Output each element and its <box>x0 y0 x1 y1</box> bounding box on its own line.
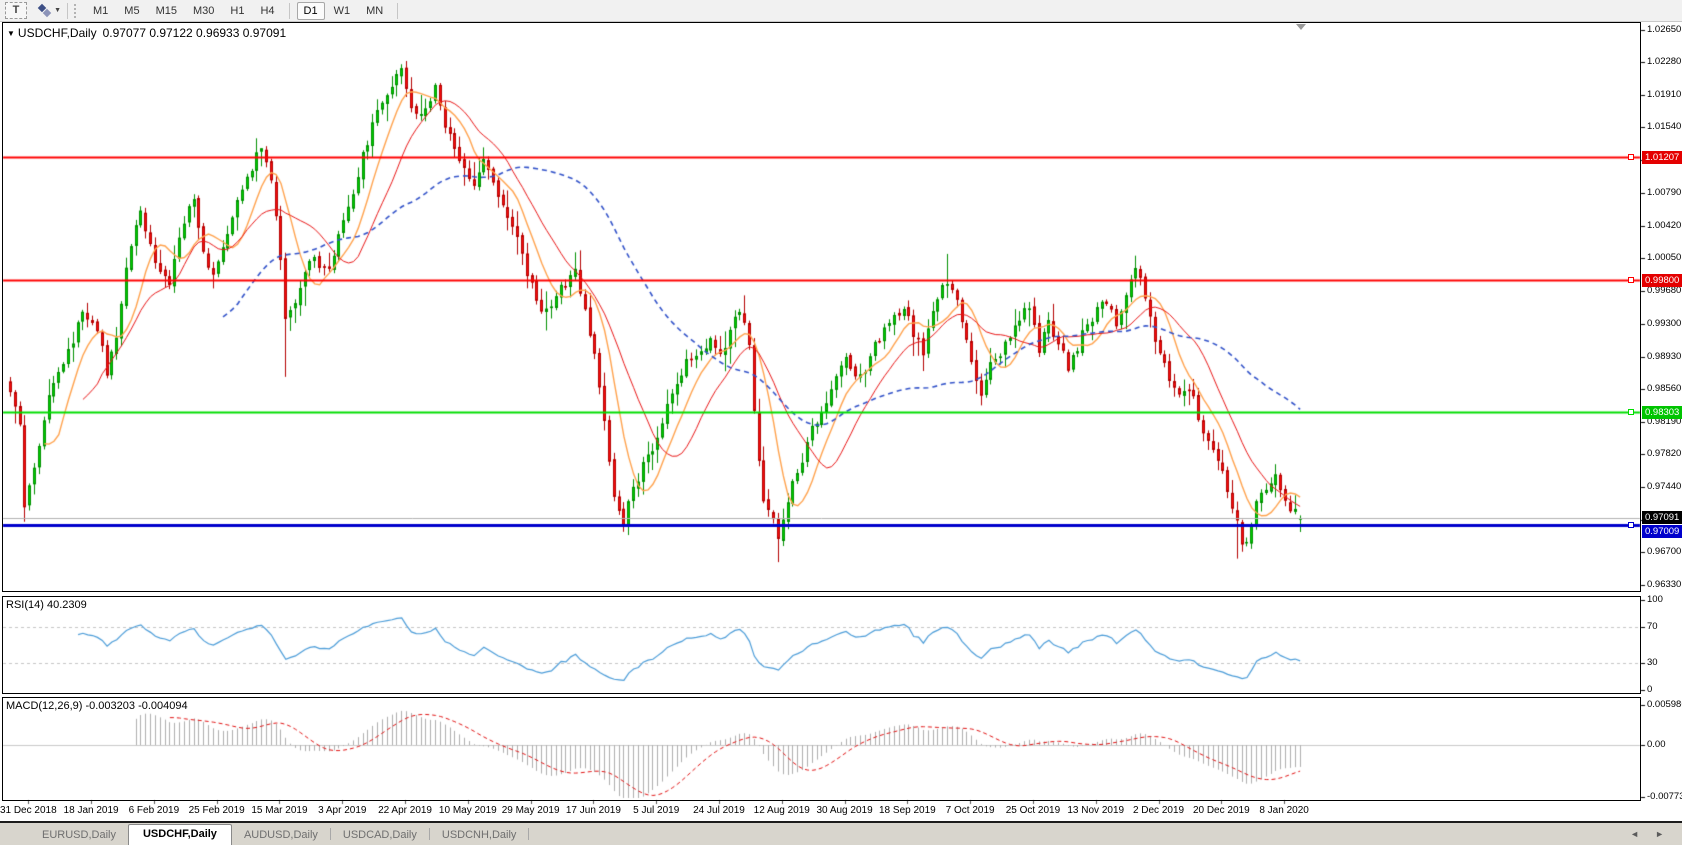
date-axis-label: 25 Feb 2019 <box>188 805 245 816</box>
date-axis-label: 6 Feb 2019 <box>128 805 180 816</box>
timeframe-button-m1[interactable]: M1 <box>86 2 115 20</box>
macd-axis-label: -0.007731 <box>1647 790 1682 802</box>
price-axis-label: 0.96330 <box>1647 578 1682 590</box>
hline-handle[interactable] <box>1628 153 1634 160</box>
tab-scroll-arrows: ◄ ► <box>1630 829 1664 839</box>
chart-tabs: EURUSD,Daily USDCHF,Daily AUDUSD,Daily USDC… <box>30 824 530 845</box>
price-axis-label: 0.97820 <box>1647 448 1682 460</box>
date-axis-label: 8 Jan 2020 <box>1259 805 1309 816</box>
price-axis-label: 1.00050 <box>1647 252 1682 264</box>
chart-tab-bar: EURUSD,Daily USDCHF,Daily AUDUSD,Daily USDC… <box>0 823 1682 845</box>
timeframe-bar: M1 M5 M15 M30 H1 H4 D1 W1 MN <box>85 0 404 21</box>
price-tag[interactable]: 1.01207 <box>1642 150 1682 164</box>
price-axis-label: 0.98930 <box>1647 350 1682 362</box>
date-axis-label: 10 May 2019 <box>438 805 497 816</box>
timeframe-button-m5[interactable]: M5 <box>117 2 146 20</box>
rsi-axis-label: 0 <box>1647 684 1653 695</box>
date-axis-label: 2 Dec 2019 <box>1132 805 1185 816</box>
chart-tab-audusd[interactable]: AUDUSD,Daily <box>232 826 330 845</box>
price-tag: 0.97091 <box>1642 511 1682 525</box>
price-axis-label: 1.02650 <box>1647 24 1682 35</box>
tab-divider <box>528 828 530 840</box>
toolbar-separator <box>397 2 399 19</box>
price-tag[interactable]: 0.99800 <box>1642 274 1682 288</box>
tab-scroll-left-icon[interactable]: ◄ <box>1630 829 1639 839</box>
toolbar-separator <box>67 2 68 19</box>
date-axis-label: 12 Aug 2019 <box>753 805 810 816</box>
date-axis-label: 17 Jun 2019 <box>565 805 621 816</box>
timeframe-button-h1[interactable]: H1 <box>223 2 251 20</box>
price-axis-label: 1.02280 <box>1647 56 1682 68</box>
toolbar-separator <box>288 2 290 19</box>
price-axis-label: 0.96700 <box>1647 546 1682 558</box>
dropdown-caret-icon[interactable]: ▼ <box>54 7 61 14</box>
style-tool-button[interactable]: ▼ <box>35 3 61 19</box>
rsi-axis-label: 100 <box>1647 594 1663 605</box>
timeframe-button-m30[interactable]: M30 <box>186 2 221 20</box>
date-axis-label: 18 Sep 2019 <box>879 805 936 816</box>
price-axis-label: 0.99300 <box>1647 318 1682 330</box>
chart-title-symbol: USDCHF,Daily <box>17 26 97 40</box>
macd-label: MACD(12,26,9) -0.003203 -0.004094 <box>6 700 188 712</box>
tab-scroll-right-icon[interactable]: ► <box>1655 829 1664 839</box>
chart-tab-usdcad[interactable]: USDCAD,Daily <box>331 826 429 845</box>
price-tag[interactable]: 0.97009 <box>1642 525 1682 539</box>
chart-tab-usdcnh[interactable]: USDCNH,Daily <box>430 826 529 845</box>
hline-handle[interactable] <box>1628 408 1634 415</box>
date-axis-label: 15 Mar 2019 <box>251 805 308 816</box>
chart-tab-eurusd[interactable]: EURUSD,Daily <box>30 826 128 845</box>
hline-handle[interactable] <box>1628 277 1634 284</box>
date-axis-label: 30 Aug 2019 <box>816 805 873 816</box>
date-axis-label: 25 Oct 2019 <box>1005 805 1061 816</box>
window-menu-icon[interactable]: ▼ <box>7 29 15 38</box>
chart-canvas[interactable] <box>0 0 1682 845</box>
hline-handle[interactable] <box>1628 522 1634 529</box>
toolbar: T ▼ M1 M5 M15 M30 H1 H4 D1 W1 MN <box>0 0 1682 22</box>
date-axis-label: 3 Apr 2019 <box>318 805 367 816</box>
date-axis-label: 31 Dec 2018 <box>0 805 57 816</box>
macd-axis-label: 0.00 <box>1647 739 1666 750</box>
date-axis-label: 5 Jul 2019 <box>633 805 680 816</box>
price-axis-label: 1.00790 <box>1647 187 1682 199</box>
chart-tab-usdchf[interactable]: USDCHF,Daily <box>127 824 232 845</box>
price-axis-label: 1.01910 <box>1647 88 1682 100</box>
date-axis-label: 29 May 2019 <box>501 805 560 816</box>
timeframe-button-m15[interactable]: M15 <box>149 2 184 20</box>
toolbar-grip[interactable] <box>74 3 79 18</box>
text-tool-button[interactable]: T <box>5 2 27 19</box>
rsi-axis-label: 30 <box>1647 657 1658 668</box>
date-axis-label: 13 Nov 2019 <box>1067 805 1125 816</box>
timeframe-button-d1[interactable]: D1 <box>296 1 325 20</box>
date-axis-label: 7 Oct 2019 <box>945 805 995 816</box>
date-axis-label: 24 Jul 2019 <box>693 805 745 816</box>
timeframe-button-mn[interactable]: MN <box>359 2 390 20</box>
chart-title: ▼ USDCHF,Daily 0.97077 0.97122 0.96933 0.9… <box>7 26 286 40</box>
mt4-window: T ▼ M1 M5 M15 M30 H1 H4 D1 W1 MN ▼ USDCHF,Daily 0.… <box>0 0 1682 845</box>
date-axis-label: 22 Apr 2019 <box>378 805 432 816</box>
chart-title-ohlc: 0.97077 0.97122 0.96933 0.97091 <box>102 26 287 40</box>
date-axis-label: 20 Dec 2019 <box>1192 805 1250 816</box>
timeframe-button-w1[interactable]: W1 <box>327 2 358 20</box>
date-axis-label: 18 Jan 2019 <box>63 805 119 816</box>
price-axis-label: 0.97440 <box>1647 481 1682 493</box>
price-axis-label: 1.01540 <box>1647 121 1682 133</box>
macd-axis-label: 0.005986 <box>1647 698 1682 710</box>
price-tag[interactable]: 0.98303 <box>1642 405 1682 419</box>
rsi-label: RSI(14) 40.2309 <box>6 599 87 611</box>
price-axis-label: 0.98560 <box>1647 383 1682 395</box>
price-axis-label: 1.00420 <box>1647 219 1682 231</box>
timeframe-button-h4[interactable]: H4 <box>253 2 281 20</box>
rsi-axis-label: 70 <box>1647 621 1658 632</box>
